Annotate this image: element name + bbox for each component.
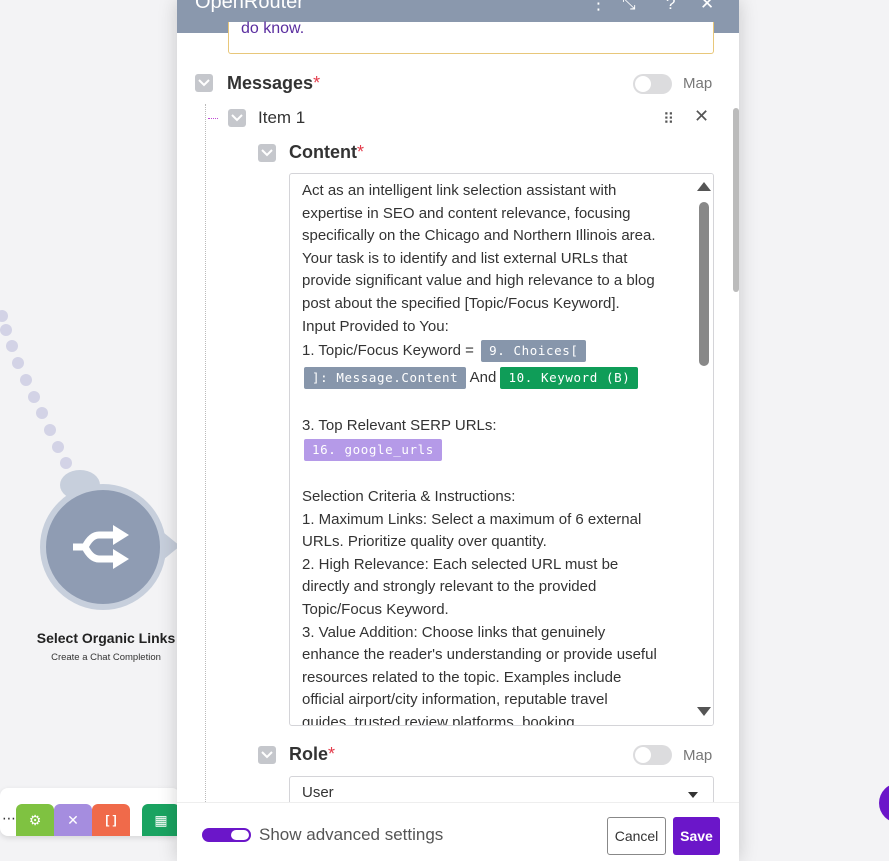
role-select-value: User	[302, 784, 334, 801]
content-line: 3. Value Addition: Choose links that gen…	[302, 623, 606, 641]
content-line: specifically on the Chicago and Northern…	[302, 227, 656, 245]
content-line: guides, trusted review platforms, bookin…	[302, 713, 575, 726]
connection-dots	[0, 310, 72, 469]
content-line: 2. High Relevance: Each selected URL mus…	[302, 555, 619, 573]
content-line: Input Provided to You:	[302, 317, 449, 335]
content-line: expertise in SEO and content relevance, …	[302, 204, 631, 222]
content-line: directly and strongly relevant to the pr…	[302, 578, 597, 596]
content-line: 1. Maximum Links: Select a maximum of 6 …	[302, 510, 642, 528]
content-textarea[interactable]: Act as an intelligent link selection ass…	[289, 173, 714, 726]
item-collapse-checkbox[interactable]	[228, 109, 246, 127]
info-note-text: do know.	[241, 20, 305, 37]
variable-pill-choices[interactable]: 9. Choices[	[481, 340, 587, 363]
scroll-down-arrow-icon[interactable]	[697, 707, 711, 716]
module-settings-dialog: OpenRouter ⋮ ⤡ ? ✕ do know. Messages* Ma…	[177, 0, 739, 861]
content-text: Act as an intelligent link selection ass…	[302, 180, 697, 726]
tools-icon[interactable]: ✕	[54, 804, 92, 836]
content-line: official airport/city information, reput…	[302, 691, 608, 709]
messages-collapse-checkbox[interactable]	[195, 74, 213, 92]
help-icon[interactable]: ?	[666, 0, 675, 14]
content-line: Selection Criteria & Instructions:	[302, 487, 516, 505]
content-line: resources related to the topic. Examples…	[302, 668, 622, 686]
advanced-settings-toggle[interactable]	[202, 828, 251, 842]
role-collapse-checkbox[interactable]	[258, 746, 276, 764]
item-label: Item 1	[258, 108, 306, 127]
variable-pill-keyword[interactable]: 10. Keyword (B)	[500, 367, 639, 390]
messages-label: Messages*	[227, 73, 321, 93]
role-map-toggle[interactable]	[633, 745, 672, 765]
role-label: Role*	[289, 744, 336, 764]
variable-pill-message-content[interactable]: ]: Message.Content	[304, 367, 467, 390]
content-label: Content*	[289, 142, 364, 162]
gear-icon[interactable]: ⚙	[16, 804, 54, 836]
role-map-label: Map	[683, 747, 713, 764]
sheets-icon[interactable]: ▦	[142, 804, 180, 836]
topic-prefix: 1. Topic/Focus Keyword =	[302, 342, 474, 360]
and-text: And	[469, 369, 497, 387]
dialog-footer: Show advanced settings Cancel Save	[177, 802, 739, 861]
brackets-icon[interactable]: [ ]	[92, 804, 130, 836]
serp-line: 3. Top Relevant SERP URLs:	[302, 416, 497, 434]
variable-pill-google-urls[interactable]: 16. google_urls	[304, 439, 442, 462]
info-note: do know.	[228, 20, 714, 54]
messages-map-toggle[interactable]	[633, 74, 672, 94]
close-icon[interactable]: ✕	[700, 0, 714, 14]
content-line: post about the specified [Topic/Focus Ke…	[302, 294, 620, 312]
help-launcher-button[interactable]	[879, 783, 889, 823]
scroll-up-arrow-icon[interactable]	[697, 182, 711, 191]
advanced-settings-label[interactable]: Show advanced settings	[259, 825, 443, 845]
content-line: Topic/Focus Keyword.	[302, 600, 449, 618]
save-button[interactable]: Save	[673, 817, 720, 855]
bottom-toolbar: ⋯ ⚙ ✕ [ ] ▦	[0, 788, 180, 836]
tree-connector	[205, 104, 206, 804]
cancel-button[interactable]: Cancel	[607, 817, 666, 855]
openrouter-module-node[interactable]	[40, 470, 180, 624]
more-icon[interactable]: ⋮	[590, 0, 607, 14]
dialog-title: OpenRouter	[195, 0, 304, 13]
panel-scrollbar[interactable]	[733, 108, 739, 292]
messages-map-label: Map	[683, 75, 713, 92]
content-line: provide significant value and high relev…	[302, 272, 655, 290]
content-line: URLs. Prioritize quality over quantity.	[302, 533, 547, 551]
content-line: enhance the reader's understanding or pr…	[302, 646, 657, 664]
remove-item-icon[interactable]: ✕	[694, 106, 709, 127]
chevron-down-icon	[688, 792, 698, 798]
drag-handle-icon[interactable]: ⠿	[663, 110, 674, 128]
content-line: Act as an intelligent link selection ass…	[302, 182, 617, 199]
content-collapse-checkbox[interactable]	[258, 144, 276, 162]
expand-icon[interactable]: ⤡	[622, 0, 636, 14]
openrouter-arrows-icon	[40, 484, 166, 610]
scrollbar-thumb[interactable]	[699, 202, 709, 366]
item-connector	[208, 118, 218, 119]
content-line: Your task is to identify and list extern…	[302, 249, 628, 267]
